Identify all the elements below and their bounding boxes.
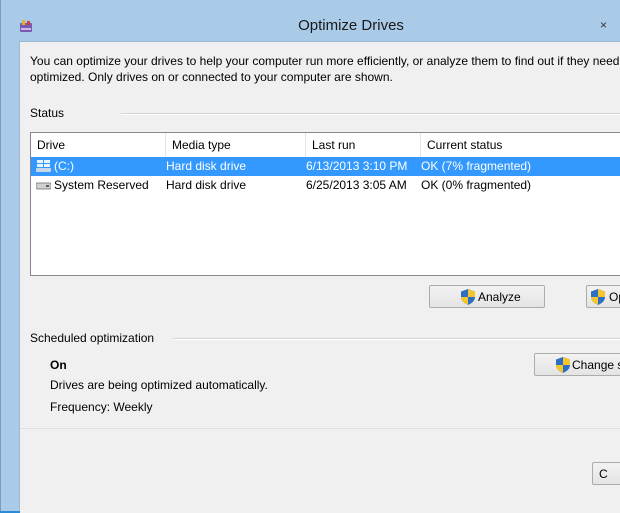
- optimize-button-label: Opti: [609, 290, 620, 304]
- windows-drive-icon: [36, 160, 51, 172]
- drive-media-type: Hard disk drive: [166, 159, 247, 173]
- column-header-last-run[interactable]: Last run: [306, 133, 421, 157]
- optimize-button[interactable]: Opti: [586, 285, 620, 308]
- uac-shield-icon: [591, 289, 605, 305]
- uac-shield-icon: [461, 289, 475, 305]
- change-settings-button-label: Change se: [572, 358, 620, 372]
- analyze-button[interactable]: Analyze: [429, 285, 545, 308]
- drive-current-status: OK (7% fragmented): [421, 159, 532, 173]
- uac-shield-icon: [556, 357, 570, 373]
- drive-last-run: 6/25/2013 3:05 AM: [306, 178, 407, 192]
- schedule-frequency: Frequency: Weekly: [50, 400, 153, 414]
- column-header-drive[interactable]: Drive: [31, 133, 166, 157]
- close-button[interactable]: C: [592, 462, 620, 485]
- window-close-button[interactable]: ×: [600, 17, 614, 33]
- drive-current-status: OK (0% fragmented): [421, 178, 532, 192]
- title-bar[interactable]: Optimize Drives ×: [1, 0, 620, 40]
- change-settings-button[interactable]: Change se: [534, 353, 620, 376]
- drive-row-c[interactable]: (C:) Hard disk drive 6/13/2013 3:10 PM O…: [31, 157, 620, 176]
- hard-drive-icon: [36, 182, 51, 190]
- column-header-current-status[interactable]: Current status: [421, 133, 620, 157]
- analyze-button-label: Analyze: [478, 290, 521, 304]
- intro-line-1: You can optimize your drives to help you…: [30, 54, 620, 68]
- close-button-label: C: [599, 467, 608, 481]
- scheduled-section-label: Scheduled optimization: [30, 331, 155, 345]
- scheduled-section-divider: [173, 338, 620, 340]
- intro-text: You can optimize your drives to help you…: [30, 53, 620, 85]
- client-area: You can optimize your drives to help you…: [19, 41, 620, 513]
- status-section-divider: [121, 113, 620, 115]
- drive-last-run: 6/13/2013 3:10 PM: [306, 159, 408, 173]
- optimize-drives-window: Optimize Drives × You can optimize your …: [0, 0, 620, 513]
- schedule-description: Drives are being optimized automatically…: [50, 378, 268, 392]
- drive-name: System Reserved: [54, 178, 149, 192]
- status-section-label: Status: [30, 106, 65, 120]
- drives-list-header: Drive Media type Last run Current status: [31, 133, 620, 157]
- window-title: Optimize Drives: [298, 17, 404, 34]
- schedule-state: On: [50, 358, 67, 372]
- drive-media-type: Hard disk drive: [166, 178, 247, 192]
- column-header-media-type[interactable]: Media type: [166, 133, 306, 157]
- dialog-footer: C: [20, 428, 620, 513]
- intro-line-2: optimized. Only drives on or connected t…: [30, 70, 393, 84]
- drives-list[interactable]: Drive Media type Last run Current status…: [30, 132, 620, 276]
- drive-name: (C:): [54, 159, 74, 173]
- drive-row-system-reserved[interactable]: System Reserved Hard disk drive 6/25/201…: [31, 176, 620, 195]
